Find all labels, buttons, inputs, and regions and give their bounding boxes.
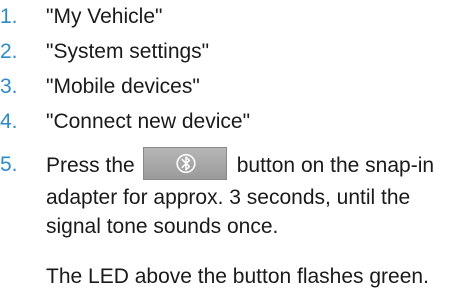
step-number: 2. bbox=[0, 40, 18, 63]
step-text: Press the button on the snap-in adapter f… bbox=[46, 147, 470, 241]
step-number: 3. bbox=[0, 75, 18, 98]
step-text: "Mobile devices" bbox=[46, 75, 200, 98]
step-number: 4. bbox=[0, 110, 18, 133]
bluetooth-button-image bbox=[142, 147, 227, 180]
step-5-text-after: button on the snap-in bbox=[236, 154, 435, 177]
step-text: "System settings" bbox=[46, 40, 210, 63]
bluetooth-icon bbox=[176, 153, 196, 174]
step-5-text-before: Press the bbox=[46, 154, 135, 177]
step-number: 1. bbox=[0, 5, 18, 28]
step-number: 5. bbox=[0, 153, 18, 176]
step-5-line-1: Press the button on the snap-in bbox=[46, 147, 470, 183]
result-note: The LED above the button flashes green. bbox=[46, 265, 429, 288]
step-5-line-3: signal tone sounds once. bbox=[46, 215, 279, 238]
step-text: "Connect new device" bbox=[46, 110, 251, 133]
step-text: "My Vehicle" bbox=[46, 5, 163, 28]
step-5-line-2: adapter for approx. 3 seconds, until the bbox=[46, 186, 411, 209]
